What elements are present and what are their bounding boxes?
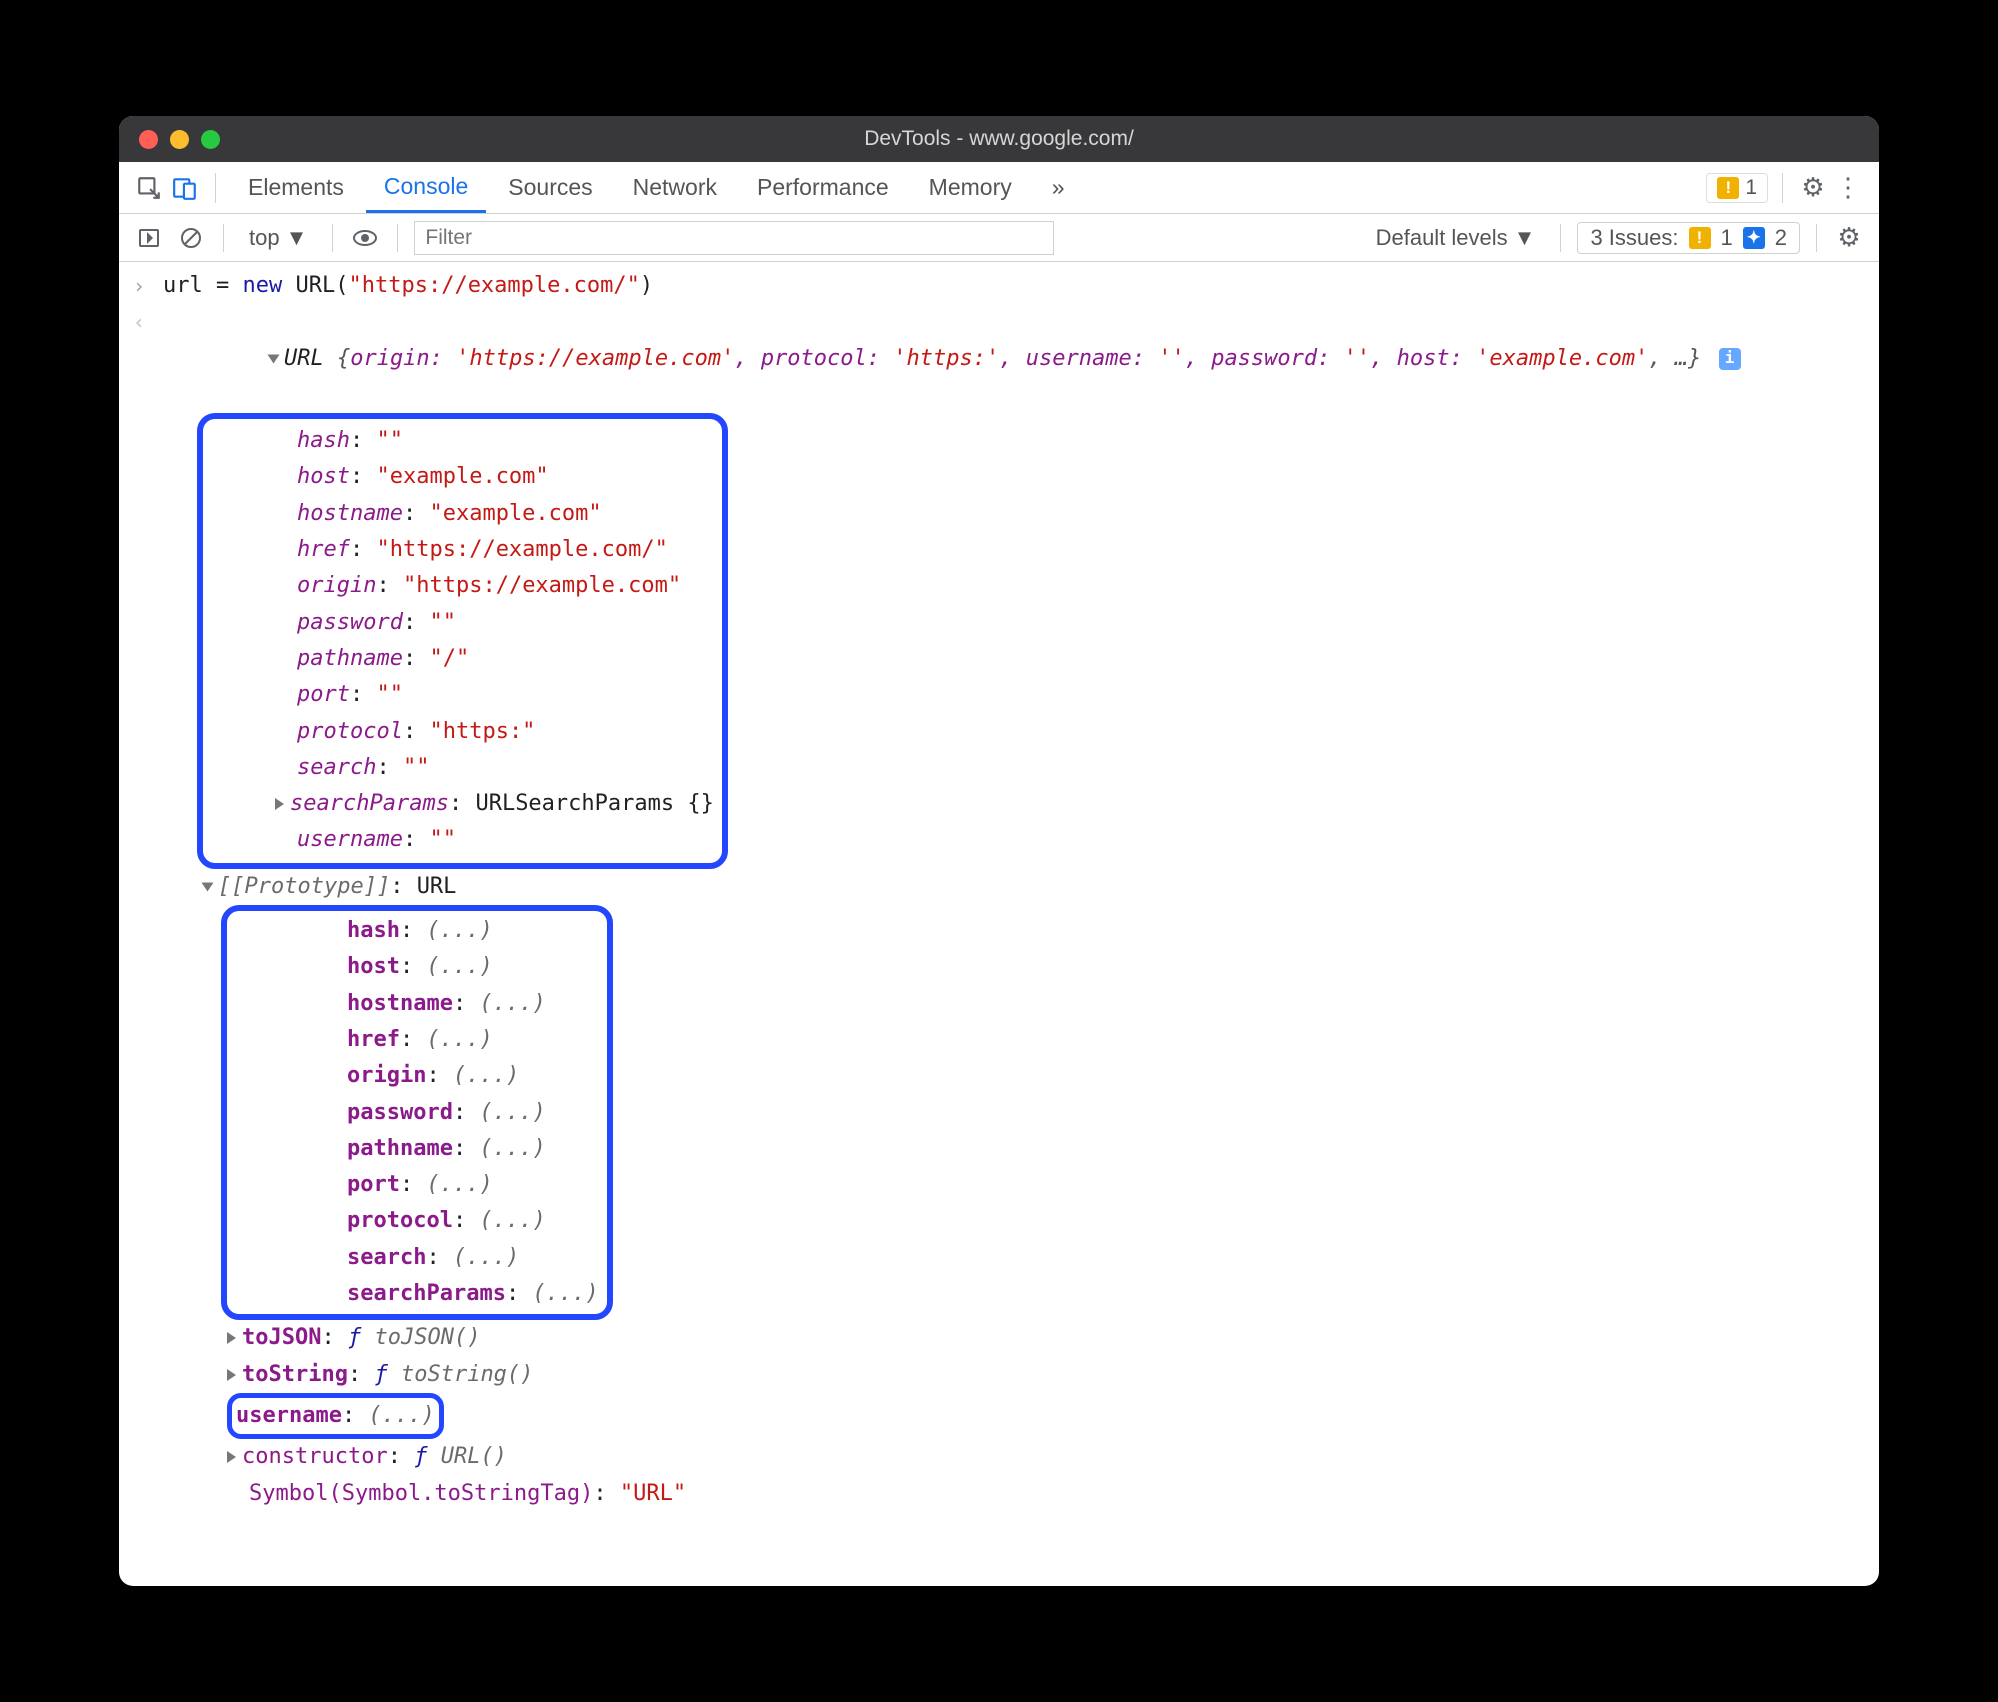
warnings-count: 1 — [1745, 176, 1757, 200]
proto-href[interactable]: href: (...) — [235, 1022, 599, 1058]
live-expression-icon[interactable] — [349, 222, 381, 254]
proto-port[interactable]: port: (...) — [235, 1167, 599, 1203]
prop-username[interactable]: username: "" — [211, 822, 714, 858]
proto-username[interactable]: username: (...) — [236, 1403, 435, 1428]
issues-msg-count: 2 — [1775, 225, 1787, 251]
expand-toggle-icon[interactable] — [227, 1451, 236, 1463]
console-output-summary[interactable]: URL {origin: 'https://example.com', prot… — [163, 304, 1741, 413]
proto-protocol[interactable]: protocol: (...) — [235, 1203, 599, 1239]
proto-username-highlight: username: (...) — [227, 1393, 444, 1439]
proto-hash[interactable]: hash: (...) — [235, 913, 599, 949]
proto-host[interactable]: host: (...) — [235, 949, 599, 985]
expand-toggle-icon[interactable] — [227, 1369, 236, 1381]
devtools-tabbar: Elements Console Sources Network Perform… — [119, 162, 1879, 214]
issues-warn-count: 1 — [1721, 225, 1733, 251]
warning-icon: ! — [1689, 227, 1711, 249]
tab-network[interactable]: Network — [615, 162, 735, 213]
clear-console-icon[interactable] — [175, 222, 207, 254]
prop-pathname[interactable]: pathname: "/" — [211, 641, 714, 677]
expand-toggle-icon[interactable] — [275, 798, 284, 810]
context-label: top — [249, 225, 280, 251]
issues-label: 3 Issues: — [1590, 225, 1678, 251]
console-toolbar: top ▼ Default levels ▼ 3 Issues: ! 1 ✦ 2… — [119, 214, 1879, 262]
tab-performance[interactable]: Performance — [739, 162, 907, 213]
proto-tostring[interactable]: toString: ƒ toString() — [133, 1357, 1865, 1393]
expand-toggle-icon[interactable] — [267, 354, 279, 363]
warning-icon: ! — [1717, 177, 1739, 199]
prop-password[interactable]: password: "" — [211, 605, 714, 641]
proto-pathname[interactable]: pathname: (...) — [235, 1131, 599, 1167]
tab-elements[interactable]: Elements — [230, 162, 362, 213]
console-input-code: url = new URL("https://example.com/") — [163, 268, 653, 304]
prop-hash[interactable]: hash: "" — [211, 423, 714, 459]
expand-toggle-icon[interactable] — [202, 882, 214, 891]
own-properties-highlight: hash: "" host: "example.com" hostname: "… — [197, 413, 728, 869]
inspect-element-icon[interactable] — [133, 172, 165, 204]
info-icon[interactable]: i — [1719, 348, 1741, 370]
console-body[interactable]: › url = new URL("https://example.com/") … — [119, 262, 1879, 1586]
titlebar: DevTools - www.google.com/ — [119, 116, 1879, 162]
proto-password[interactable]: password: (...) — [235, 1095, 599, 1131]
tab-more[interactable]: » — [1034, 162, 1083, 213]
tab-memory[interactable]: Memory — [911, 162, 1030, 213]
expand-toggle-icon[interactable] — [227, 1332, 236, 1344]
chevron-down-icon: ▼ — [286, 225, 308, 251]
prop-search[interactable]: search: "" — [211, 750, 714, 786]
issues-badge[interactable]: 3 Issues: ! 1 ✦ 2 — [1577, 222, 1800, 254]
devtools-window: DevTools - www.google.com/ Elements Cons… — [119, 116, 1879, 1586]
prototype-row[interactable]: [[Prototype]]: URL — [133, 869, 1865, 905]
prop-origin[interactable]: origin: "https://example.com" — [211, 568, 714, 604]
prop-port[interactable]: port: "" — [211, 677, 714, 713]
console-input-row: › url = new URL("https://example.com/") — [133, 268, 1865, 304]
proto-symbol[interactable]: Symbol(Symbol.toStringTag): "URL" — [133, 1476, 1865, 1512]
kebab-menu-button[interactable]: ⋮ — [1833, 172, 1865, 204]
proto-constructor[interactable]: constructor: ƒ URL() — [133, 1439, 1865, 1475]
input-chevron-icon: › — [133, 268, 153, 303]
console-settings-button[interactable]: ⚙ — [1833, 222, 1865, 254]
levels-label: Default levels — [1376, 225, 1508, 251]
tab-sources[interactable]: Sources — [490, 162, 610, 213]
proto-username-wrapper: username: (...) — [133, 1393, 1865, 1439]
show-sidebar-icon[interactable] — [133, 222, 165, 254]
prototype-getters-highlight: hash: (...) host: (...) hostname: (...) … — [221, 905, 613, 1320]
console-output-row: ‹ URL {origin: 'https://example.com', pr… — [133, 304, 1865, 413]
prop-hostname[interactable]: hostname: "example.com" — [211, 496, 714, 532]
proto-search[interactable]: search: (...) — [235, 1240, 599, 1276]
chevron-down-icon: ▼ — [1514, 225, 1536, 251]
proto-hostname[interactable]: hostname: (...) — [235, 986, 599, 1022]
filter-input[interactable] — [414, 221, 1054, 255]
proto-searchparams[interactable]: searchParams: (...) — [235, 1276, 599, 1312]
output-chevron-icon: ‹ — [133, 304, 153, 339]
tab-console[interactable]: Console — [366, 162, 486, 213]
prop-href[interactable]: href: "https://example.com/" — [211, 532, 714, 568]
proto-tojson[interactable]: toJSON: ƒ toJSON() — [133, 1320, 1865, 1356]
proto-origin[interactable]: origin: (...) — [235, 1058, 599, 1094]
prop-searchparams[interactable]: searchParams: URLSearchParams {} — [211, 786, 714, 822]
message-icon: ✦ — [1743, 227, 1765, 249]
window-title: DevTools - www.google.com/ — [119, 127, 1879, 151]
log-levels-selector[interactable]: Default levels ▼ — [1367, 222, 1545, 254]
context-selector[interactable]: top ▼ — [240, 222, 316, 254]
prop-host[interactable]: host: "example.com" — [211, 459, 714, 495]
warnings-badge[interactable]: ! 1 — [1706, 173, 1768, 203]
device-toolbar-icon[interactable] — [169, 172, 201, 204]
prop-protocol[interactable]: protocol: "https:" — [211, 714, 714, 750]
settings-button[interactable]: ⚙ — [1797, 172, 1829, 204]
